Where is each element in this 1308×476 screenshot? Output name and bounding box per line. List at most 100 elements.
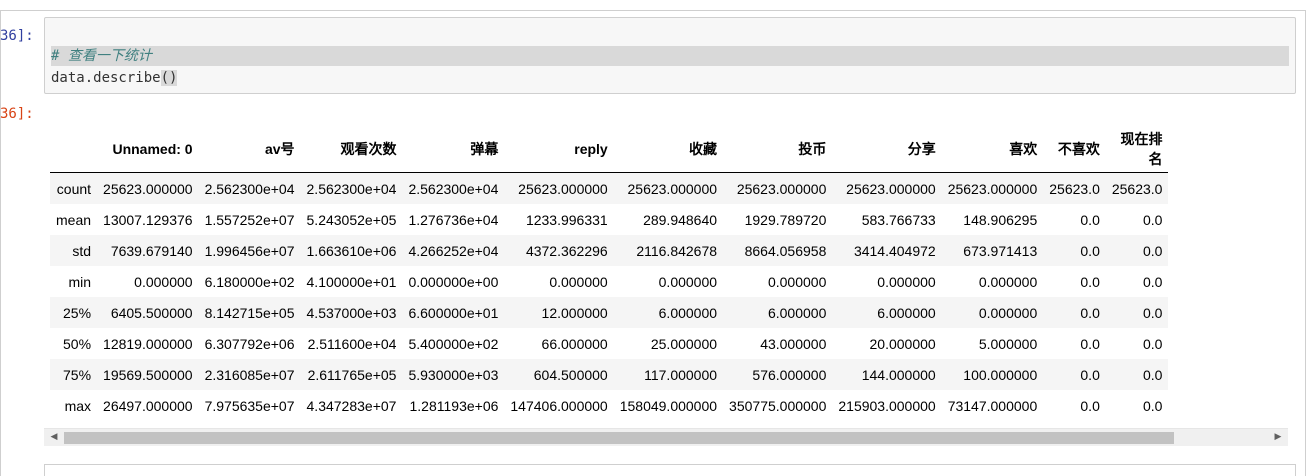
table-header-row: Unnamed: 0 av号 观看次数 弹幕 reply 收藏 投币 分享 喜欢 不喜欢 现在排名	[50, 126, 1169, 173]
table-cell: 0.0	[1080, 273, 1100, 290]
table-cell: 2.562300e+04	[306, 180, 397, 197]
table-cell: 2.316085e+07	[204, 366, 295, 383]
output-area: Unnamed: 0 av号 观看次数 弹幕 reply 收藏 投币 分享 喜欢 不喜欢 现在排名 …	[44, 120, 1298, 450]
table-cell: 1233.996331	[525, 211, 608, 228]
column-header: 分享	[907, 141, 936, 157]
table-cell: 25623.000000	[627, 180, 718, 197]
table-cell: 7639.679140	[110, 242, 193, 259]
row-label: mean	[56, 211, 92, 228]
table-cell: 6.307792e+06	[204, 335, 295, 352]
table-row: 75% 19569.500000 2.316085e+07 2.611765e+05 5…	[50, 359, 1169, 390]
code-statement-line[interactable]: data.describe()	[51, 68, 178, 88]
triangle-right-icon[interactable]: ▶	[1270, 429, 1286, 446]
column-header: 观看次数	[340, 141, 397, 157]
table-cell: 3414.404972	[853, 242, 936, 259]
table-cell: 0.000000	[978, 273, 1038, 290]
column-header: 不喜欢	[1057, 141, 1100, 157]
table-cell: 0.000000	[134, 273, 193, 290]
column-header: 现在排名	[1120, 131, 1163, 167]
table-cell: 148.906295	[963, 211, 1038, 228]
table-cell: 215903.000000	[838, 397, 936, 414]
table-row: count 25623.000000 2.562300e+04 2.562300e+0…	[50, 172, 1169, 204]
column-header: 投币	[798, 141, 827, 157]
table-cell: 0.000000	[978, 304, 1038, 321]
table-cell: 0.0	[1080, 366, 1100, 383]
table-cell: 1.663610e+06	[306, 242, 397, 259]
horizontal-scrollbar[interactable]: ◀ ▶	[44, 428, 1288, 446]
table-cell: 0.0	[1143, 335, 1163, 352]
table-cell: 43.000000	[760, 335, 827, 352]
row-label: 25%	[63, 304, 92, 321]
describe-table: Unnamed: 0 av号 观看次数 弹幕 reply 收藏 投币 分享 喜欢 不喜欢 现在排名 …	[50, 126, 1169, 421]
column-header: av号	[264, 141, 295, 157]
table-cell: 673.971413	[963, 242, 1038, 259]
row-label: 75%	[63, 366, 92, 383]
column-header: reply	[574, 141, 608, 157]
table-cell: 1929.789720	[744, 211, 827, 228]
output-prompt: 36]:	[0, 106, 34, 122]
code-input-area[interactable]: # 查看一下统计 data.describe()	[44, 17, 1296, 94]
code-comment-line[interactable]: # 查看一下统计	[51, 46, 1289, 66]
matched-parens: ()	[160, 70, 178, 86]
table-cell: 0.0	[1143, 273, 1163, 290]
index-header	[50, 126, 97, 173]
table-cell: 66.000000	[541, 335, 608, 352]
table-cell: 4.537000e+03	[306, 304, 397, 321]
table-row: max 26497.000000 7.975635e+07 4.347283e+07 1…	[50, 390, 1169, 421]
table-cell: 0.0	[1143, 242, 1163, 259]
table-cell: 5.243052e+05	[306, 211, 397, 228]
table-cell: 289.948640	[643, 211, 718, 228]
table-cell: 20.000000	[869, 335, 936, 352]
table-cell: 25.000000	[650, 335, 718, 352]
table-row: std 7639.679140 1.996456e+07 1.663610e+06 4.…	[50, 235, 1169, 266]
table-cell: 26497.000000	[103, 397, 193, 414]
table-cell: 576.000000	[752, 366, 827, 383]
table-cell: 8.142715e+05	[204, 304, 295, 321]
table-cell: 1.996456e+07	[204, 242, 295, 259]
table-cell: 1.557252e+07	[204, 211, 295, 228]
table-cell: 2.511600e+04	[307, 335, 397, 352]
table-cell: 0.000000	[877, 273, 936, 290]
table-cell: 19569.500000	[103, 366, 193, 383]
column-header: 弹幕	[470, 141, 499, 157]
table-cell: 5.000000	[978, 335, 1038, 352]
table-cell: 158049.000000	[619, 397, 718, 414]
table-cell: 8664.056958	[744, 242, 827, 259]
table-cell: 2.562300e+04	[408, 180, 499, 197]
table-cell: 350775.000000	[729, 397, 827, 414]
table-cell: 6.000000	[877, 304, 936, 321]
table-cell: 144.000000	[861, 366, 936, 383]
table-cell: 100.000000	[963, 366, 1038, 383]
table-cell: 1.281193e+06	[409, 397, 499, 414]
table-cell: 6.180000e+02	[204, 273, 295, 290]
triangle-left-icon[interactable]: ◀	[46, 429, 62, 446]
table-cell: 0.000000	[549, 273, 608, 290]
table-cell: 13007.129376	[103, 211, 193, 228]
table-cell: 5.930000e+03	[408, 366, 499, 383]
row-label: count	[56, 180, 92, 197]
table-cell: 0.000000e+00	[408, 273, 499, 290]
table-cell: 1.276736e+04	[408, 211, 499, 228]
row-label: std	[72, 242, 92, 259]
table-cell: 6.600000e+01	[408, 304, 499, 321]
code-call: data.describe	[51, 70, 161, 86]
table-cell: 25623.0	[1111, 180, 1163, 197]
table-cell: 25623.000000	[947, 180, 1038, 197]
table-cell: 73147.000000	[947, 397, 1038, 414]
table-cell: 12.000000	[541, 304, 608, 321]
table-cell: 0.0	[1080, 304, 1100, 321]
table-cell: 583.766733	[861, 211, 936, 228]
table-cell: 0.0	[1143, 211, 1163, 228]
table-cell: 0.0	[1143, 397, 1163, 414]
table-cell: 117.000000	[644, 366, 718, 383]
table-row: 50% 12819.000000 6.307792e+06 2.511600e+04 5…	[50, 328, 1169, 359]
table-cell: 6.000000	[767, 304, 827, 321]
table-row: mean 13007.129376 1.557252e+07 5.243052e+05…	[50, 204, 1169, 235]
scrollbar-thumb[interactable]	[64, 432, 1174, 444]
next-cell-input[interactable]	[44, 464, 1296, 476]
table-cell: 0.0	[1143, 304, 1163, 321]
table-cell: 2.611765e+05	[307, 366, 397, 383]
table-cell: 0.0	[1080, 242, 1100, 259]
table-cell: 2.562300e+04	[204, 180, 295, 197]
table-cell: 0.0	[1080, 211, 1100, 228]
